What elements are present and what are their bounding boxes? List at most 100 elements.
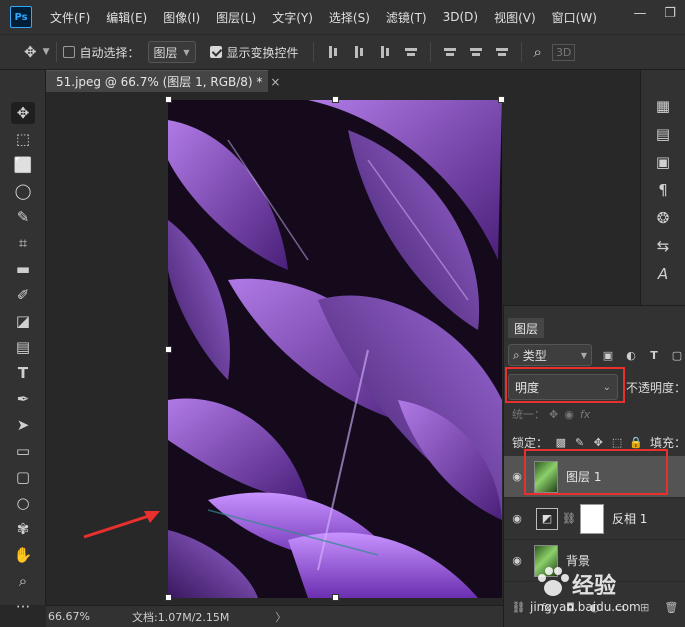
hand-tool-icon[interactable]: ✋ <box>11 544 35 566</box>
unify-visibility-icon[interactable]: ◉ <box>564 408 574 421</box>
menu-image[interactable]: 图像(I) <box>155 9 208 26</box>
zoom-level[interactable]: 66.67% <box>48 610 108 623</box>
separator <box>312 42 314 62</box>
menu-3d[interactable]: 3D(D) <box>435 10 486 24</box>
leaf-photo[interactable] <box>168 100 502 598</box>
align-hcenter-icon[interactable] <box>352 45 366 59</box>
align-left-icon[interactable] <box>326 45 340 59</box>
close-icon[interactable]: × <box>270 75 280 89</box>
move-tool-icon[interactable]: ✥ <box>24 43 37 61</box>
rounded-rect-tool-icon[interactable]: ▢ <box>11 466 35 488</box>
document-size: 文档:1.07M/2.15M <box>132 610 230 624</box>
leaf-photo-graphic <box>168 100 502 598</box>
invert-adjustment-icon: ◩ <box>536 507 558 530</box>
restore-button[interactable]: ❐ <box>655 6 685 21</box>
lock-all-icon[interactable]: 🔒 <box>629 436 643 449</box>
menu-window[interactable]: 窗口(W) <box>544 9 605 26</box>
menu-select[interactable]: 选择(S) <box>321 9 378 26</box>
transform-handle-bottom[interactable] <box>332 594 339 601</box>
annotation-arrow <box>83 511 160 539</box>
properties-icon[interactable]: ▣ <box>653 152 673 172</box>
paragraph-icon[interactable]: ¶ <box>653 180 673 200</box>
unify-style-icon[interactable]: fx <box>580 408 590 421</box>
transform-handle-top-right[interactable] <box>498 96 505 103</box>
distribute-vcenter-icon[interactable] <box>469 45 483 59</box>
brush-tool-icon[interactable]: ✐ <box>11 284 35 306</box>
custom-shape-tool-icon[interactable]: ✾ <box>11 518 35 540</box>
image-filter-icon[interactable]: ▣ <box>601 348 615 362</box>
transform-handle-left[interactable] <box>165 346 172 353</box>
chevron-down-icon[interactable]: ▼ <box>43 47 50 57</box>
document-icon[interactable]: ▤ <box>653 124 673 144</box>
search-icon[interactable]: ⌕ <box>534 43 542 61</box>
adjustment-filter-icon[interactable]: ◐ <box>624 348 638 362</box>
distribute-top-icon[interactable] <box>443 45 457 59</box>
more-tools-icon[interactable]: ··· <box>11 596 35 618</box>
ellipse-tool-icon[interactable]: ○ <box>11 492 35 514</box>
show-transform-checkbox[interactable] <box>209 46 222 58</box>
lock-transparency-icon[interactable]: ▩ <box>555 436 567 449</box>
unify-label: 统一： <box>512 408 545 421</box>
type-tool-icon[interactable]: T <box>11 362 35 384</box>
grid-icon[interactable]: ▦ <box>653 96 673 116</box>
chevron-down-icon: ▼ <box>183 47 190 57</box>
menu-view[interactable]: 视图(V) <box>486 9 544 26</box>
eye-icon[interactable]: ◉ <box>504 512 530 525</box>
lock-pixels-icon[interactable]: ✎ <box>574 436 586 449</box>
link-icon[interactable]: ⛓ <box>562 512 576 525</box>
lock-artboard-icon[interactable]: ⬚ <box>611 436 623 449</box>
align-right-icon[interactable] <box>378 45 392 59</box>
menu-type[interactable]: 文字(Y) <box>264 9 321 26</box>
eye-icon[interactable]: ◉ <box>504 554 530 567</box>
unify-position-icon[interactable]: ✥ <box>549 408 558 421</box>
pen-tool-icon[interactable]: ✒ <box>11 388 35 410</box>
document-title: 51.jpeg @ 66.7% (图层 1, RGB/8) * <box>56 75 263 89</box>
auto-select-checkbox[interactable] <box>62 46 75 58</box>
watermark: 经验 jingyan.baidu.com <box>530 566 680 624</box>
show-transform-label: 显示变换控件 <box>226 45 299 60</box>
marquee-tool-icon[interactable]: ⬜ <box>11 154 35 176</box>
lock-label: 锁定： <box>512 435 549 450</box>
transform-handle-top-left[interactable] <box>165 96 172 103</box>
zoom-tool-icon[interactable]: ⌕ <box>11 570 35 592</box>
history-icon[interactable]: ⇆ <box>653 236 673 256</box>
layers-tab[interactable]: 图层 <box>508 318 545 338</box>
menu-edit[interactable]: 编辑(E) <box>98 9 155 26</box>
opacity-label: 不透明度： <box>625 380 685 395</box>
lock-position-icon[interactable]: ✥ <box>592 436 604 449</box>
rectangle-tool-icon[interactable]: ▭ <box>11 440 35 462</box>
status-menu-icon[interactable]: 〉 <box>275 609 286 625</box>
separator <box>55 42 57 62</box>
layer-1-highlight <box>524 449 668 495</box>
path-select-tool-icon[interactable]: ➤ <box>11 414 35 436</box>
transform-handle-bottom-left[interactable] <box>165 594 172 601</box>
gradient-tool-icon[interactable]: ▤ <box>11 336 35 358</box>
eraser-tool-icon[interactable]: ◪ <box>11 310 35 332</box>
move-tool-icon[interactable]: ✥ <box>11 102 35 124</box>
lasso-tool-icon[interactable]: ◯ <box>11 180 35 202</box>
crop-tool-icon[interactable]: ⌗ <box>11 232 35 254</box>
layer-filter-dropdown[interactable]: ⌕ 类型 ▼ <box>508 344 592 366</box>
auto-select-target-value: 图层 <box>153 45 178 60</box>
ruler-tool-icon[interactable]: ▬ <box>11 258 35 280</box>
shape-filter-icon[interactable]: ▢ <box>670 348 684 362</box>
glyph-icon[interactable]: A <box>653 264 673 284</box>
layer-row-2[interactable]: ◉ ◩ ⛓ 反相 1 <box>504 498 685 540</box>
fill-label: 填充： <box>649 435 685 450</box>
paw-logo-icon <box>538 567 569 596</box>
artboard-tool-icon[interactable]: ⬚ <box>11 128 35 150</box>
quick-select-tool-icon[interactable]: ✎ <box>11 206 35 228</box>
transform-handle-top[interactable] <box>332 96 339 103</box>
menu-layer[interactable]: 图层(L) <box>208 9 264 26</box>
menu-filter[interactable]: 滤镜(T) <box>378 9 435 26</box>
link-layers-icon[interactable]: ⛓ <box>512 601 526 614</box>
type-filter-icon[interactable]: T <box>647 348 661 362</box>
3d-mode-label[interactable]: 3D <box>551 43 576 61</box>
minimize-button[interactable]: — <box>625 6 655 21</box>
menu-file[interactable]: 文件(F) <box>42 9 98 26</box>
align-top-icon[interactable] <box>404 45 418 59</box>
palette-icon[interactable]: ❂ <box>653 208 673 228</box>
auto-select-target-dropdown[interactable]: 图层 ▼ <box>147 41 196 63</box>
distribute-bottom-icon[interactable] <box>495 45 509 59</box>
document-tab[interactable]: 51.jpeg @ 66.7% (图层 1, RGB/8) * × <box>46 70 280 92</box>
